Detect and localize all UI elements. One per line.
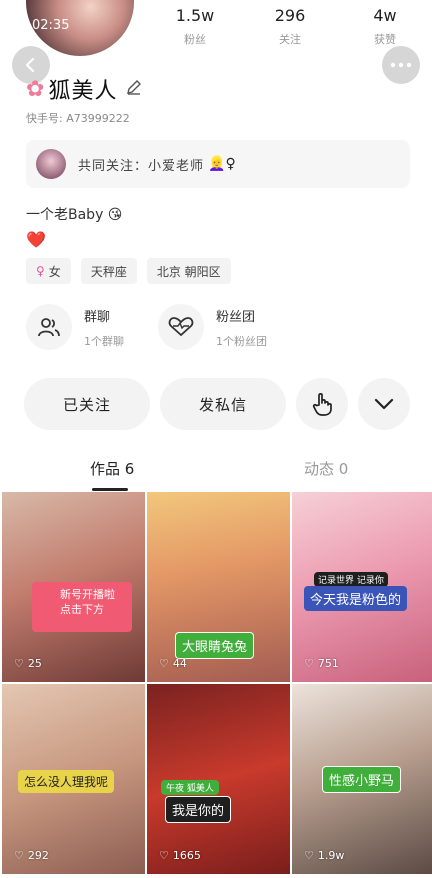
video-card[interactable]: 性感小野马 ♡ 1.9w [292, 684, 432, 874]
video-likes: ♡ 44 [159, 657, 187, 670]
video-card[interactable]: 新号开播啦 点击下方 ♡ 25 [2, 492, 145, 682]
video-caption: 今天我是粉色的 [304, 586, 408, 611]
tag-location: 北京 朝阳区 [146, 258, 231, 284]
chevron-down-icon [374, 398, 394, 410]
stat-following[interactable]: 296 关注 [255, 6, 325, 47]
more-button[interactable] [382, 46, 420, 84]
groups-row: 群聊 1个群聊 粉丝团 1个粉丝团 [26, 304, 410, 360]
group-chat-entry[interactable]: 群聊 1个群聊 [26, 304, 124, 350]
video-caption: 我是你的 [165, 796, 232, 823]
female-icon: ♀ [36, 264, 45, 278]
video-grid: 新号开播啦 点击下方 ♡ 25 大眼睛兔兔 ♡ 44 记录世界 记录你 今天我是粉色… [0, 492, 432, 878]
chevron-left-icon [25, 57, 35, 73]
video-card[interactable]: 大眼睛兔兔 ♡ 44 [147, 492, 290, 682]
profile-avatar[interactable]: 02:35 [26, 0, 134, 56]
expand-button[interactable] [358, 378, 410, 430]
video-card[interactable]: 怎么没人理我呢 ♡ 292 [2, 684, 145, 874]
group-chat-sub: 1个群聊 [84, 334, 124, 348]
tag-gender: ♀ 女 [26, 258, 71, 284]
stat-likes-label: 获赞 [374, 33, 396, 46]
name-row: ✿ 狐美人 [26, 74, 143, 104]
video-likes-count: 25 [27, 657, 42, 670]
kuaishou-id: 快手号: A73999222 [26, 112, 130, 125]
poke-button[interactable] [296, 378, 348, 430]
heart-outline-icon: ♡ [159, 657, 169, 670]
stat-fans-value: 1.5w [175, 6, 215, 25]
video-card[interactable]: 记录世界 记录你 今天我是粉色的 ♡ 751 [292, 492, 432, 682]
profile-header: 02:35 1.5w 粉丝 296 关注 4w 获赞 ✿ 狐美人 快手号: A7… [0, 0, 432, 140]
edit-icon[interactable] [125, 78, 143, 100]
fan-club-sub: 1个粉丝团 [216, 334, 267, 348]
tab-moments[interactable]: 动态 0 [304, 458, 348, 479]
video-likes-count: 1665 [172, 849, 201, 862]
action-buttons: 已关注 发私信 [24, 378, 410, 430]
stat-fans[interactable]: 1.5w 粉丝 [160, 6, 230, 47]
followed-button[interactable]: 已关注 [24, 378, 150, 430]
message-button[interactable]: 发私信 [160, 378, 286, 430]
video-likes-count: 44 [172, 657, 187, 670]
mutual-avatar [36, 149, 66, 179]
video-caption: 大眼睛兔兔 [175, 632, 255, 659]
video-likes: ♡ 1.9w [304, 849, 344, 862]
stat-following-label: 关注 [279, 33, 301, 46]
video-caption: 新号开播啦 点击下方 [60, 588, 115, 616]
video-caption: 性感小野马 [322, 766, 402, 793]
video-likes: ♡ 1665 [159, 849, 201, 862]
video-badge: 记录世界 记录你 [314, 572, 388, 587]
tag-zodiac-label: 天秤座 [90, 264, 127, 279]
bio-line-2: ❤️ [26, 230, 46, 249]
tab-works[interactable]: 作品 6 [90, 458, 134, 479]
heart-outline-icon: ♡ [304, 657, 314, 670]
group-chat-title: 群聊 [84, 309, 111, 325]
content-tabs: 作品 6 动态 0 [0, 452, 432, 492]
heart-outline-icon: ♡ [159, 849, 169, 862]
fan-club-entry[interactable]: 粉丝团 1个粉丝团 [158, 304, 267, 350]
stat-following-value: 296 [274, 6, 306, 25]
flower-icon: ✿ [26, 76, 45, 102]
video-likes: ♡ 25 [14, 657, 42, 670]
bio-line-1: 一个老Baby 😘 [26, 207, 123, 223]
video-caption: 怎么没人理我呢 [18, 770, 115, 793]
tag-zodiac: 天秤座 [80, 258, 137, 284]
video-likes-count: 292 [27, 849, 49, 862]
video-likes-count: 751 [317, 657, 339, 670]
profile-stats: 1.5w 粉丝 296 关注 4w 获赞 [160, 6, 420, 47]
video-card[interactable]: 午夜 狐美人 我是你的 ♡ 1665 [147, 684, 290, 874]
video-likes: ♡ 292 [14, 849, 49, 862]
tag-gender-label: 女 [48, 264, 61, 279]
profile-name: 狐美人 [48, 79, 118, 104]
heart-outline-icon: ♡ [304, 849, 314, 862]
mutual-emoji: 👱‍♀️♀ [208, 156, 236, 172]
heart-outline-icon: ♡ [14, 657, 24, 670]
tab-underline [92, 488, 128, 491]
profile-tags: ♀ 女 天秤座 北京 朝阳区 [26, 258, 231, 284]
mutual-follow-bar[interactable]: 共同关注：小爱老师 👱‍♀️♀ [26, 140, 410, 188]
heart-outline-icon: ♡ [14, 849, 24, 862]
group-chat-icon [26, 304, 72, 350]
fan-club-icon [158, 304, 204, 350]
stat-fans-label: 粉丝 [184, 33, 206, 46]
stat-likes[interactable]: 4w 获赞 [350, 6, 420, 47]
fan-club-title: 粉丝团 [216, 309, 256, 325]
tag-location-label: 北京 朝阳区 [156, 264, 221, 279]
more-dots-icon [390, 62, 412, 68]
video-badge: 午夜 狐美人 [161, 780, 219, 795]
hand-pointer-icon [312, 393, 332, 416]
mutual-text: 共同关注：小爱老师 [78, 158, 205, 174]
status-time: 02:35 [32, 18, 70, 33]
video-likes: ♡ 751 [304, 657, 339, 670]
stat-likes-value: 4w [373, 6, 397, 25]
video-likes-count: 1.9w [317, 849, 345, 862]
